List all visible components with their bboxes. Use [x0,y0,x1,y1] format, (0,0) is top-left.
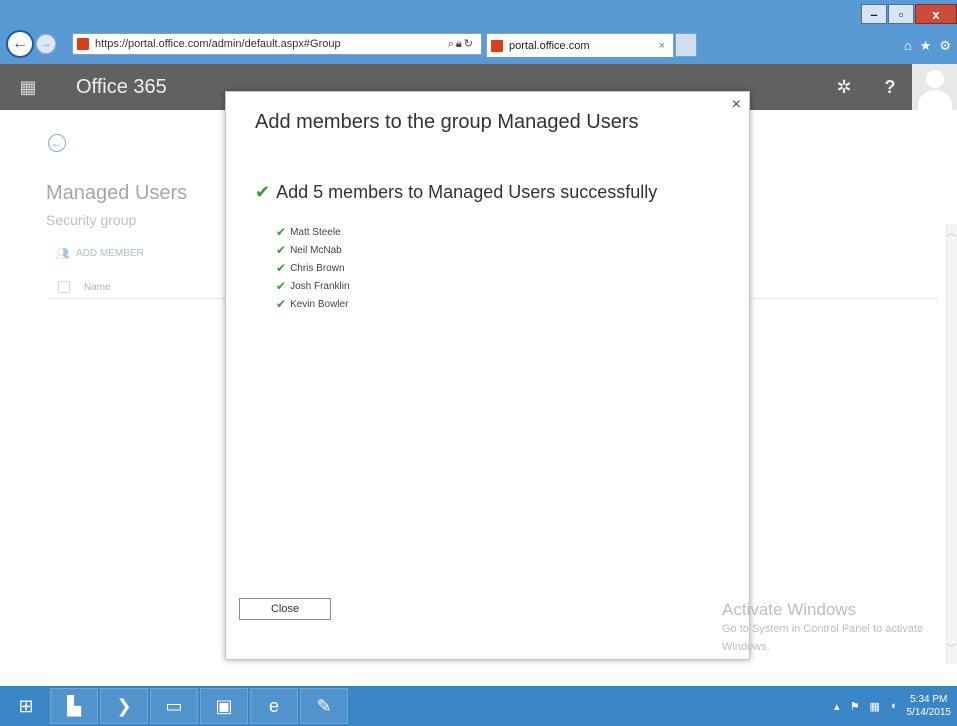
system-tray: ▴ ⚑ ▦ ◖ 5:34 PM 5/14/2015 [834,686,951,726]
check-icon: ✔ [276,261,287,275]
address-bar-icons[interactable]: ⌕🔒︎↻ [448,37,481,51]
paint-icon: ✎ [316,695,332,716]
address-bar[interactable]: https://portal.office.com/admin/default.… [72,33,482,55]
network-icon[interactable]: ▦ [869,700,879,713]
list-item: ✔ Neil McNab [276,241,350,259]
window-close-button[interactable]: x [915,4,957,24]
taskbar-internet-explorer[interactable]: e [250,688,298,724]
flag-icon[interactable]: ⚑ [850,700,860,713]
taskbar: ⊞ ▙ ❯ ▭ ▣ e ✎ ▴ ⚑ ▦ ◖ 5:34 PM 5/14/2015 [0,686,957,726]
check-icon: ✔ [276,243,287,257]
watermark-title: Activate Windows [722,600,857,619]
success-text: Add 5 members to Managed Users successfu… [276,182,658,202]
url-text[interactable]: https://portal.office.com/admin/default.… [95,38,448,50]
member-name: Kevin Bowler [290,298,349,310]
check-icon: ✔ [276,279,287,293]
dialog-close-icon[interactable]: × [732,96,741,114]
member-name: Matt Steele [290,226,341,238]
restore-button[interactable]: ▫ [888,4,914,24]
success-message: ✔ Add 5 members to Managed Users success… [255,182,657,203]
window-controls: – ▫ x [860,4,957,24]
powershell-icon: ❯ [116,695,132,716]
check-icon: ✔ [255,182,271,202]
forward-arrow-icon: → [40,38,52,50]
browser-chrome: – ▫ x ← → https://portal.office.com/admi… [0,0,957,64]
home-icon[interactable]: ⌂ [904,38,912,54]
dialog-title: Add members to the group Managed Users [255,111,639,133]
member-list: ✔ Matt Steele ✔ Neil McNab ✔ Chris Brown ✔ J… [276,223,350,313]
taskbar-powershell[interactable]: ❯ [100,688,148,724]
member-name: Josh Franklin [290,280,350,292]
taskbar-app[interactable]: ▣ [200,688,248,724]
start-button[interactable]: ⊞ [4,688,48,724]
clock-date: 5/14/2015 [906,707,952,718]
favorites-star-icon[interactable]: ★ [920,38,932,54]
member-name: Neil McNab [290,244,342,256]
add-members-dialog: × Add members to the group Managed Users… [225,91,750,660]
browser-forward-button[interactable]: → [36,34,56,54]
internet-explorer-icon: e [268,695,279,716]
minimize-button[interactable]: – [861,4,887,24]
browser-tools: ⌂ ★ ⚙ [904,38,951,54]
browser-back-button[interactable]: ← [6,30,34,58]
show-hidden-icons-icon[interactable]: ▴ [834,700,840,713]
check-icon: ✔ [276,225,287,239]
new-tab-button[interactable] [675,33,697,57]
tab-office-logo-icon [491,39,503,52]
nav-buttons: ← → [6,30,56,58]
check-icon: ✔ [276,297,287,311]
list-item: ✔ Matt Steele [276,223,350,241]
close-button[interactable]: Close [239,598,331,620]
office-logo-icon [77,38,89,50]
browser-tab[interactable]: portal.office.com × [486,33,674,57]
settings-gear-icon[interactable]: ⚙ [939,38,951,54]
member-name: Chris Brown [290,262,345,274]
tab-close-icon[interactable]: × [659,40,673,52]
app-window-icon: ▣ [215,695,233,716]
server-manager-icon: ▙ [67,695,81,716]
list-item: ✔ Kevin Bowler [276,295,350,313]
lock-icon: 🔒︎ [455,38,464,50]
windows-logo-icon: ⊞ [18,695,34,716]
back-arrow-icon: ← [12,35,28,52]
taskbar-file-explorer[interactable]: ▭ [150,688,198,724]
search-icon[interactable]: ⌕ [448,38,456,50]
taskbar-server-manager[interactable]: ▙ [50,688,98,724]
volume-icon[interactable]: ◖ [890,700,897,712]
activate-windows-watermark: Activate Windows Go to System in Control… [722,600,936,656]
clock-time: 5:34 PM [910,694,948,705]
folder-icon: ▭ [165,695,183,716]
tab-title: portal.office.com [509,39,590,52]
taskbar-paint[interactable]: ✎ [300,688,348,724]
refresh-icon[interactable]: ↻ [464,38,475,50]
clock[interactable]: 5:34 PM 5/14/2015 [907,693,952,719]
watermark-subtitle: Go to System in Control Panel to activat… [722,623,924,653]
list-item: ✔ Josh Franklin [276,277,350,295]
list-item: ✔ Chris Brown [276,259,350,277]
